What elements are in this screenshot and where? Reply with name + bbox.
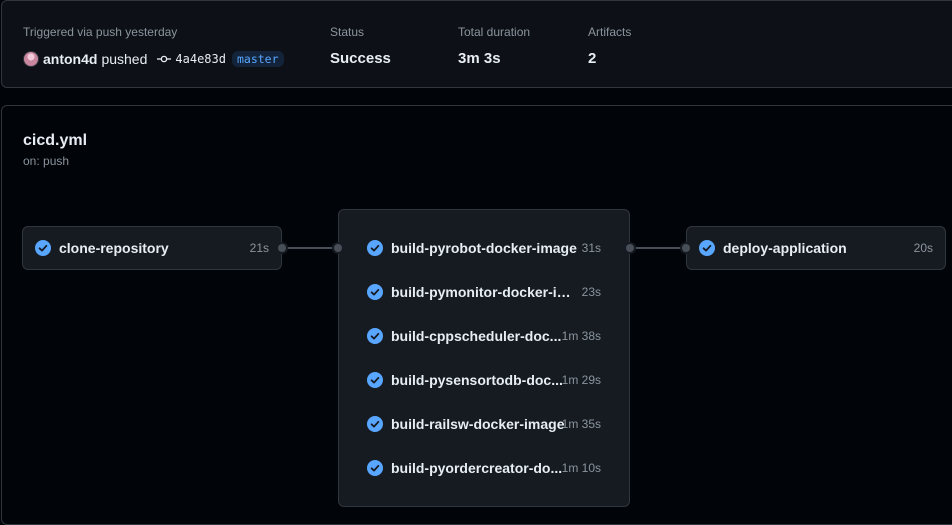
job-duration: 20s — [913, 241, 933, 255]
check-circle-fill-icon — [367, 416, 383, 432]
user-link[interactable]: anton4d — [43, 51, 97, 67]
artifacts-count-link[interactable]: 2 — [588, 50, 631, 68]
job-build-railsw[interactable]: build-railsw-docker-image 1m 35s — [339, 402, 629, 446]
job-name: build-pymonitor-docker-im... — [391, 284, 577, 300]
job-duration: 1m 38s — [561, 329, 601, 343]
duration-value: 3m 3s — [458, 50, 501, 67]
job-group-builds: build-pyrobot-docker-image 31s build-pym… — [338, 209, 630, 507]
job-name: build-pyrobot-docker-image — [391, 240, 577, 256]
artifacts-section: Artifacts 2 — [588, 25, 631, 68]
job-duration: 21s — [249, 241, 269, 255]
job-build-pymonitor[interactable]: build-pymonitor-docker-im... 23s — [339, 270, 629, 314]
job-deploy-application[interactable]: deploy-application 20s — [686, 226, 946, 270]
artifacts-label: Artifacts — [588, 25, 632, 39]
job-name: deploy-application — [723, 240, 847, 256]
connector-dot — [624, 242, 636, 254]
trigger-label: Triggered via push yesterday — [23, 25, 178, 39]
check-circle-fill-icon — [367, 372, 383, 388]
check-circle-fill-icon — [367, 284, 383, 300]
job-duration: 1m 29s — [561, 373, 601, 387]
job-build-pyrobot[interactable]: build-pyrobot-docker-image 31s — [339, 226, 629, 270]
job-duration: 1m 10s — [561, 461, 601, 475]
job-duration: 31s — [581, 241, 601, 255]
job-duration: 1m 35s — [561, 417, 601, 431]
status-value: Success — [330, 50, 391, 67]
connector-dot — [276, 242, 288, 254]
job-build-cppscheduler[interactable]: build-cppscheduler-doc... 1m 38s — [339, 314, 629, 358]
connector-dot — [680, 242, 692, 254]
status-section: Status Success — [330, 25, 391, 68]
commit-sha-link[interactable]: 4a4e83d — [175, 52, 226, 66]
trigger-section: Triggered via push yesterday anton4d pus… — [23, 25, 284, 68]
run-summary: Triggered via push yesterday anton4d pus… — [1, 0, 952, 88]
job-duration: 23s — [581, 285, 601, 299]
connector-clone-to-builds — [282, 247, 338, 249]
avatar[interactable] — [23, 51, 39, 67]
git-commit-icon — [157, 52, 172, 66]
job-name: build-pysensortodb-doc... — [391, 372, 563, 388]
duration-label: Total duration — [458, 25, 531, 39]
push-action-text: pushed — [101, 51, 148, 67]
job-name: build-pyordercreator-do... — [391, 460, 563, 476]
workflow-trigger: on: push — [23, 154, 70, 168]
job-name: build-railsw-docker-image — [391, 416, 565, 432]
job-clone-repository[interactable]: clone-repository 21s — [22, 226, 282, 270]
duration-section: Total duration 3m 3s — [458, 25, 530, 68]
job-build-pysensortodb[interactable]: build-pysensortodb-doc... 1m 29s — [339, 358, 629, 402]
job-name: build-cppscheduler-doc... — [391, 328, 562, 344]
status-label: Status — [330, 25, 365, 39]
check-circle-fill-icon — [367, 460, 383, 476]
connector-dot — [332, 242, 344, 254]
check-circle-fill-icon — [35, 240, 51, 256]
check-circle-fill-icon — [699, 240, 715, 256]
workflow-name: cicd.yml — [23, 132, 88, 149]
branch-badge[interactable]: master — [231, 51, 284, 67]
job-name: clone-repository — [59, 240, 169, 256]
check-circle-fill-icon — [367, 328, 383, 344]
connector-builds-to-deploy — [630, 247, 686, 249]
check-circle-fill-icon — [367, 240, 383, 256]
job-build-pyordercreator[interactable]: build-pyordercreator-do... 1m 10s — [339, 446, 629, 490]
